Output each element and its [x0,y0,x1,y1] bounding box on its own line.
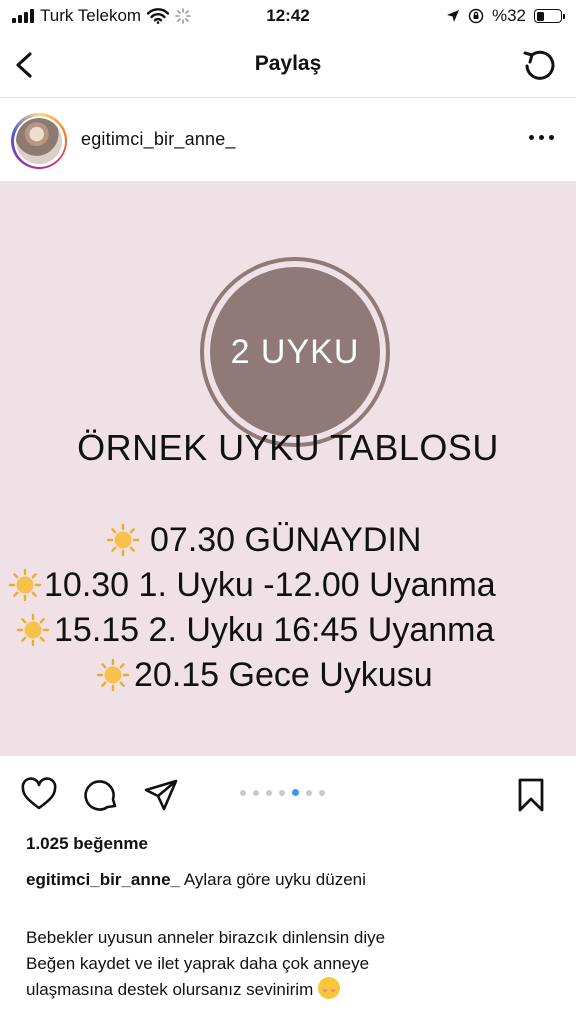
more-options-icon[interactable] [529,135,554,140]
refresh-icon[interactable] [520,46,558,84]
post-image[interactable]: 2 UYKU ÖRNEK UYKU TABLOSU 07.30 GÜNAYDIN… [0,181,576,756]
carousel-dot [319,789,325,796]
badge-ring: 2 UYKU [200,257,390,447]
heart-icon[interactable] [20,776,58,814]
schedule-line: 20.15 Gece Uykusu [0,654,576,699]
caption-body: Bebekler uyusun anneler birazcık dinlens… [26,925,566,1003]
carousel-dot [240,789,246,796]
sun-icon [8,568,42,602]
page-title: Paylaş [254,52,322,75]
sun-icon [106,523,140,557]
battery-icon [534,9,565,23]
schedule-line: 15.15 2. Uyku 16:45 Uyanma [0,609,576,654]
carousel-dot [253,789,259,796]
caption-username[interactable]: egitimci_bir_anne_ [26,870,180,889]
share-icon[interactable] [142,776,180,814]
status-bar: Turk Telekom 12:42 %32 [0,0,576,34]
orientation-lock-icon [468,8,484,24]
sun-icon [96,658,130,692]
location-arrow-icon [446,10,459,22]
carousel-dot [266,789,272,796]
avatar [16,118,62,164]
sun-icon [16,613,50,647]
schedule-text: 20.15 Gece Uykusu [134,656,433,694]
carousel-dot [279,789,285,796]
schedule-line: 10.30 1. Uyku -12.00 Uyanma [0,564,576,609]
post-username[interactable]: egitimci_bir_anne_ [81,129,236,150]
badge: 2 UYKU [210,267,380,437]
post-actions [0,766,576,822]
caption: egitimci_bir_anne_ Aylara göre uyku düze… [26,870,366,890]
schedule-line: 07.30 GÜNAYDIN [0,519,576,564]
caption-line: ulaşmasına destek olursanız sevinirim [26,980,314,999]
caption-text: Aylara göre uyku düzeni [183,870,366,889]
nav-header: Paylaş [0,34,576,98]
post-header: egitimci_bir_anne_ [0,99,576,181]
smiling-face-with-hearts-icon [317,977,340,999]
badge-text: 2 UYKU [230,332,360,371]
carousel-dot [292,789,299,796]
carousel-dot [306,789,312,796]
caption-line: Bebekler uyusun anneler birazcık dinlens… [26,928,386,947]
likes-count[interactable]: 1.025 beğenme [26,834,148,854]
schedule-text: 10.30 1. Uyku -12.00 Uyanma [44,566,496,604]
caption-line: Beğen kaydet ve ilet yaprak daha çok ann… [26,954,370,973]
bookmark-icon[interactable] [512,776,550,814]
comment-icon[interactable] [82,776,120,814]
schedule-list: 07.30 GÜNAYDIN 10.30 1. Uyku -12.00 Uyan… [0,519,576,699]
story-ring[interactable] [11,113,67,169]
status-right: %32 [446,6,565,26]
schedule-text: 15.15 2. Uyku 16:45 Uyanma [54,611,495,649]
battery-percent: %32 [491,6,526,25]
image-title: ÖRNEK UYKU TABLOSU [77,427,499,468]
caption-line-last: ulaşmasına destek olursanız sevinirim [26,977,566,1003]
battery-level [536,11,544,21]
schedule-text: 07.30 GÜNAYDIN [150,521,422,559]
carousel-dots [240,789,325,796]
